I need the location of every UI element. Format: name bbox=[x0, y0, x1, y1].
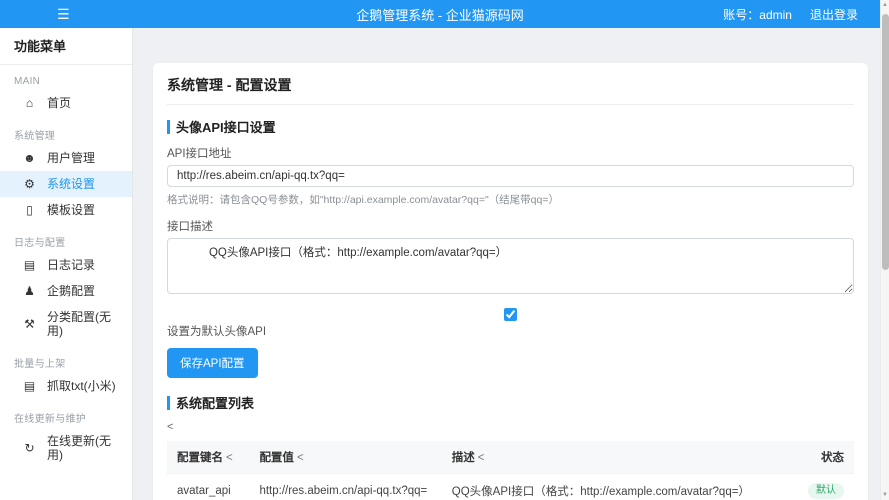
api-format-hint: 格式说明：请包含QQ号参数，如"http://api.example.com/a… bbox=[167, 192, 854, 207]
config-settings-card: 系统管理 - 配置设置 头像API接口设置 API接口地址 格式说明：请包含QQ… bbox=[153, 63, 868, 500]
sidebar-item-penguin-config[interactable]: ♟ 企鹅配置 bbox=[0, 278, 132, 304]
top-header: ☰ 企鹅管理系统 - 企业猫源码网 账号：admin 退出登录 bbox=[0, 0, 880, 28]
app-title: 企鹅管理系统 - 企业猫源码网 bbox=[356, 5, 524, 24]
api-address-input[interactable] bbox=[167, 165, 854, 187]
scrollbar-thumb[interactable] bbox=[882, 14, 889, 270]
column-header-status: 状态 bbox=[772, 441, 854, 474]
sort-indicator: < bbox=[226, 452, 233, 464]
sidebar-item-online-update[interactable]: ↻ 在线更新(无用) bbox=[0, 428, 132, 468]
sort-indicator: < bbox=[478, 452, 485, 464]
sidebar-section-logs: 日志与配置 bbox=[0, 234, 132, 249]
sort-indicator: < bbox=[297, 452, 304, 464]
cell-config-key: avatar_api bbox=[167, 474, 249, 500]
stray-angle-bracket: < bbox=[167, 421, 854, 433]
section-accent-bar bbox=[167, 396, 170, 410]
column-header-key[interactable]: 配置键名< bbox=[167, 441, 249, 474]
column-header-value[interactable]: 配置值< bbox=[249, 441, 441, 474]
api-address-label: API接口地址 bbox=[167, 145, 854, 161]
scroll-down-icon[interactable]: ▼ bbox=[881, 492, 889, 498]
sidebar-item-user-management[interactable]: ☻ 用户管理 bbox=[0, 145, 132, 171]
api-description-label: 接口描述 bbox=[167, 218, 854, 234]
section-accent-bar bbox=[167, 120, 170, 134]
save-api-config-button[interactable]: 保存API配置 bbox=[167, 348, 258, 378]
config-table: 配置键名< 配置值< 描述< 状态 avatar_api http:/ bbox=[167, 441, 854, 500]
sidebar-item-label: 用户管理 bbox=[47, 151, 95, 165]
header-account-area: 账号：admin 退出登录 bbox=[723, 6, 858, 23]
cell-config-status: 默认 bbox=[772, 474, 854, 500]
gear-icon: ⚙ bbox=[23, 177, 36, 191]
sidebar-item-label: 首页 bbox=[47, 96, 71, 110]
default-avatar-checkbox[interactable] bbox=[504, 308, 517, 321]
log-file-icon: ▤ bbox=[23, 258, 36, 272]
sidebar-item-template-settings[interactable]: ▯ 模板设置 bbox=[0, 197, 132, 223]
logout-link[interactable]: 退出登录 bbox=[810, 6, 858, 23]
sidebar-item-label: 日志记录 bbox=[47, 258, 95, 272]
sidebar-section-update: 在线更新与维护 bbox=[0, 410, 132, 425]
main-content: 系统管理 - 配置设置 头像API接口设置 API接口地址 格式说明：请包含QQ… bbox=[133, 28, 880, 500]
sidebar-item-system-settings[interactable]: ⚙ 系统设置 bbox=[0, 171, 132, 197]
sidebar-item-label: 模板设置 bbox=[47, 203, 95, 217]
default-avatar-checkbox-row bbox=[167, 306, 854, 321]
page-title: 系统管理 - 配置设置 bbox=[167, 75, 854, 105]
sidebar-item-log-records[interactable]: ▤ 日志记录 bbox=[0, 252, 132, 278]
table-header-row: 配置键名< 配置值< 描述< 状态 bbox=[167, 441, 854, 474]
sidebar-title: 功能菜单 bbox=[0, 28, 132, 65]
sidebar-section-system: 系统管理 bbox=[0, 127, 132, 142]
cell-config-value: http://res.abeim.cn/api-qq.tx?qq= bbox=[249, 474, 441, 500]
cell-config-desc: QQ头像API接口（格式：http://example.com/avatar?q… bbox=[442, 474, 772, 500]
file-icon: ▤ bbox=[23, 379, 36, 393]
config-list-section-header: 系统配置列表 bbox=[167, 393, 854, 412]
update-icon: ↻ bbox=[23, 441, 36, 455]
config-list-section-title: 系统配置列表 bbox=[176, 393, 254, 412]
sidebar-item-category-config[interactable]: ⚒ 分类配置(无用) bbox=[0, 304, 132, 344]
sidebar-item-label: 分类配置(无用) bbox=[47, 310, 124, 338]
menu-toggle-icon[interactable]: ☰ bbox=[57, 7, 70, 21]
api-description-textarea[interactable]: QQ头像API接口（格式：http://example.com/avatar?q… bbox=[167, 238, 854, 294]
default-avatar-label: 设置为默认头像API bbox=[167, 323, 854, 339]
sidebar-item-label: 企鹅配置 bbox=[47, 284, 95, 298]
sidebar-item-label: 在线更新(无用) bbox=[47, 434, 124, 462]
tools-icon: ⚒ bbox=[23, 317, 36, 331]
sidebar-item-label: 系统设置 bbox=[47, 177, 95, 191]
sidebar: 功能菜单 MAIN ⌂ 首页 系统管理 ☻ 用户管理 ⚙ 系统设置 ▯ 模板设置… bbox=[0, 28, 133, 500]
scrollbar[interactable]: ▲ ▼ bbox=[880, 0, 889, 500]
column-header-desc[interactable]: 描述< bbox=[442, 441, 772, 474]
sidebar-item-home[interactable]: ⌂ 首页 bbox=[0, 90, 132, 116]
avatar-api-section-title: 头像API接口设置 bbox=[176, 117, 276, 136]
avatar-api-section-header: 头像API接口设置 bbox=[167, 117, 854, 136]
account-label: 账号：admin bbox=[723, 6, 792, 23]
sidebar-section-main: MAIN bbox=[0, 76, 132, 87]
table-row: avatar_api http://res.abeim.cn/api-qq.tx… bbox=[167, 474, 854, 500]
home-icon: ⌂ bbox=[23, 96, 36, 110]
sidebar-item-fetch-txt[interactable]: ▤ 抓取txt(小米) bbox=[0, 373, 132, 399]
user-icon: ☻ bbox=[23, 151, 36, 165]
sidebar-item-label: 抓取txt(小米) bbox=[47, 379, 116, 393]
status-badge: 默认 bbox=[808, 483, 844, 499]
scroll-up-icon[interactable]: ▲ bbox=[881, 2, 889, 8]
template-icon: ▯ bbox=[23, 203, 36, 217]
penguin-icon: ♟ bbox=[23, 284, 36, 298]
sidebar-section-batch: 批量与上架 bbox=[0, 355, 132, 370]
